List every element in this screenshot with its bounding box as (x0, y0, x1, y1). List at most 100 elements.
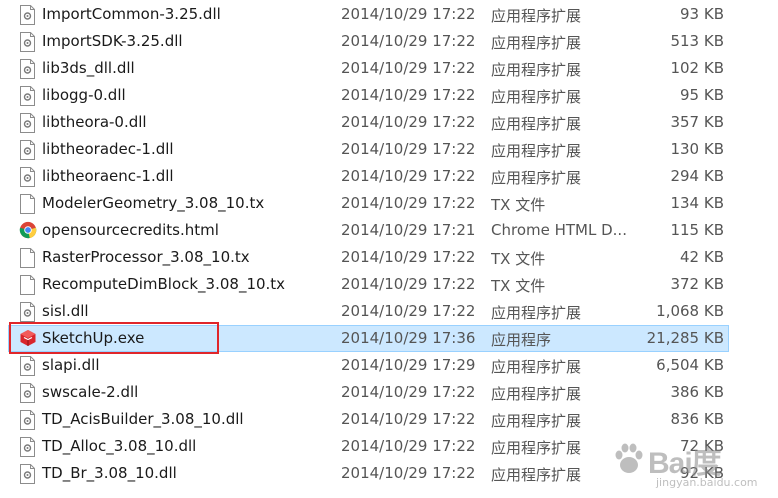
file-size: 130 KB (670, 140, 724, 158)
file-size: 1,068 KB (656, 302, 724, 320)
file-type: 应用程序扩展 (491, 412, 582, 430)
file-row[interactable]: ImportSDK-3.25.dll 2014/10/29 17:22 应用程序扩展… (8, 28, 729, 55)
file-date: 2014/10/29 17:22 (341, 464, 476, 482)
file-type: 应用程序扩展 (491, 34, 582, 52)
file-date: 2014/10/29 17:22 (341, 383, 476, 401)
file-row[interactable]: TD_AcisBuilder_3.08_10.dll 2014/10/29 17:… (8, 406, 729, 433)
file-type: 应用程序扩展 (491, 169, 582, 187)
dll-file-icon (19, 59, 36, 79)
file-name: libtheoraenc-1.dll (42, 167, 174, 185)
dll-file-icon (19, 302, 36, 322)
file-size: 21,285 KB (646, 329, 724, 347)
file-date: 2014/10/29 17:22 (341, 275, 476, 293)
file-row[interactable]: RasterProcessor_3.08_10.tx 2014/10/29 17:… (8, 244, 729, 271)
file-name: slapi.dll (42, 356, 100, 374)
file-date: 2014/10/29 17:22 (341, 248, 476, 266)
file-date: 2014/10/29 17:22 (341, 113, 476, 131)
file-size: 115 KB (670, 221, 724, 239)
dll-file-icon (19, 140, 36, 160)
file-date: 2014/10/29 17:22 (341, 32, 476, 50)
file-date: 2014/10/29 17:22 (341, 86, 476, 104)
file-date: 2014/10/29 17:22 (341, 5, 476, 23)
file-date: 2014/10/29 17:22 (341, 437, 476, 455)
file-name: RecomputeDimBlock_3.08_10.tx (42, 275, 286, 293)
dll-file-icon (19, 383, 36, 403)
file-size: 386 KB (670, 383, 724, 401)
file-type: 应用程序扩展 (491, 385, 582, 403)
file-type: 应用程序 (491, 331, 552, 349)
blank-file-icon (19, 248, 36, 268)
dll-file-icon (19, 464, 36, 484)
file-date: 2014/10/29 17:22 (341, 302, 476, 320)
file-name: TD_Alloc_3.08_10.dll (42, 437, 197, 455)
blank-file-icon (19, 194, 36, 214)
file-type: 应用程序扩展 (491, 115, 582, 133)
file-row[interactable]: sisl.dll 2014/10/29 17:22 应用程序扩展 1,068 KB (8, 298, 729, 325)
file-type: TX 文件 (491, 277, 546, 295)
file-type: TX 文件 (491, 196, 546, 214)
file-row[interactable]: libtheoradec-1.dll 2014/10/29 17:22 应用程序扩展… (8, 136, 729, 163)
dll-file-icon (19, 167, 36, 187)
file-row[interactable]: ImportCommon-3.25.dll 2014/10/29 17:22 应用程… (8, 1, 729, 28)
file-size: 93 KB (680, 5, 724, 23)
file-row[interactable]: RecomputeDimBlock_3.08_10.tx 2014/10/29 1… (8, 271, 729, 298)
file-size: 836 KB (670, 410, 724, 428)
file-date: 2014/10/29 17:36 (341, 329, 476, 347)
file-type: Chrome HTML D... (491, 221, 627, 239)
file-size: 513 KB (670, 32, 724, 50)
file-size: 102 KB (670, 59, 724, 77)
file-date: 2014/10/29 17:29 (341, 356, 476, 374)
file-row[interactable]: slapi.dll 2014/10/29 17:29 应用程序扩展 6,504 KB (8, 352, 729, 379)
file-size: 42 KB (680, 248, 724, 266)
file-size: 294 KB (670, 167, 724, 185)
file-size: 372 KB (670, 275, 724, 293)
file-date: 2014/10/29 17:22 (341, 59, 476, 77)
chrome-icon (19, 221, 37, 241)
file-size: 134 KB (670, 194, 724, 212)
file-name: swscale-2.dll (42, 383, 139, 401)
file-type: 应用程序扩展 (491, 304, 582, 322)
file-name: TD_AcisBuilder_3.08_10.dll (42, 410, 244, 428)
dll-file-icon (19, 86, 36, 106)
file-name: RasterProcessor_3.08_10.tx (42, 248, 250, 266)
file-name: libtheoradec-1.dll (42, 140, 174, 158)
file-type: 应用程序扩展 (491, 61, 582, 79)
file-row[interactable]: libogg-0.dll 2014/10/29 17:22 应用程序扩展 95 KB (8, 82, 729, 109)
dll-file-icon (19, 437, 36, 457)
file-type: 应用程序扩展 (491, 88, 582, 106)
file-date: 2014/10/29 17:21 (341, 221, 476, 239)
file-type: 应用程序扩展 (491, 358, 582, 376)
file-type: 应用程序扩展 (491, 7, 582, 25)
file-row[interactable]: ModelerGeometry_3.08_10.tx 2014/10/29 17:… (8, 190, 729, 217)
paw-icon (615, 443, 643, 473)
dll-file-icon (19, 32, 36, 52)
file-date: 2014/10/29 17:22 (341, 167, 476, 185)
file-type: 应用程序扩展 (491, 142, 582, 160)
watermark-site: jingyan.baidu.com (656, 476, 758, 489)
file-row[interactable]: libtheoraenc-1.dll 2014/10/29 17:22 应用程序扩展… (8, 163, 729, 190)
dll-file-icon (19, 410, 36, 430)
file-type: TX 文件 (491, 250, 546, 268)
file-name: ModelerGeometry_3.08_10.tx (42, 194, 265, 212)
file-size: 6,504 KB (656, 356, 724, 374)
file-date: 2014/10/29 17:22 (341, 194, 476, 212)
file-size: 95 KB (680, 86, 724, 104)
file-size: 357 KB (670, 113, 724, 131)
file-name: libtheora-0.dll (42, 113, 147, 131)
dll-file-icon (19, 5, 36, 25)
file-name: opensourcecredits.html (42, 221, 219, 239)
file-name: libogg-0.dll (42, 86, 126, 104)
file-date: 2014/10/29 17:22 (341, 140, 476, 158)
baidu-watermark: Bai度 jingyan.baidu.com (602, 432, 772, 494)
dll-file-icon (19, 356, 36, 376)
file-row[interactable]: libtheora-0.dll 2014/10/29 17:22 应用程序扩展 357… (8, 109, 729, 136)
file-name: ImportSDK-3.25.dll (42, 32, 183, 50)
file-name: lib3ds_dll.dll (42, 59, 135, 77)
file-row[interactable]: opensourcecredits.html 2014/10/29 17:21 Ch… (8, 217, 729, 244)
highlight-box (9, 322, 219, 354)
file-row[interactable]: lib3ds_dll.dll 2014/10/29 17:22 应用程序扩展 102 … (8, 55, 729, 82)
dll-file-icon (19, 113, 36, 133)
file-date: 2014/10/29 17:22 (341, 410, 476, 428)
file-row[interactable]: swscale-2.dll 2014/10/29 17:22 应用程序扩展 386 K… (8, 379, 729, 406)
file-name: sisl.dll (42, 302, 89, 320)
